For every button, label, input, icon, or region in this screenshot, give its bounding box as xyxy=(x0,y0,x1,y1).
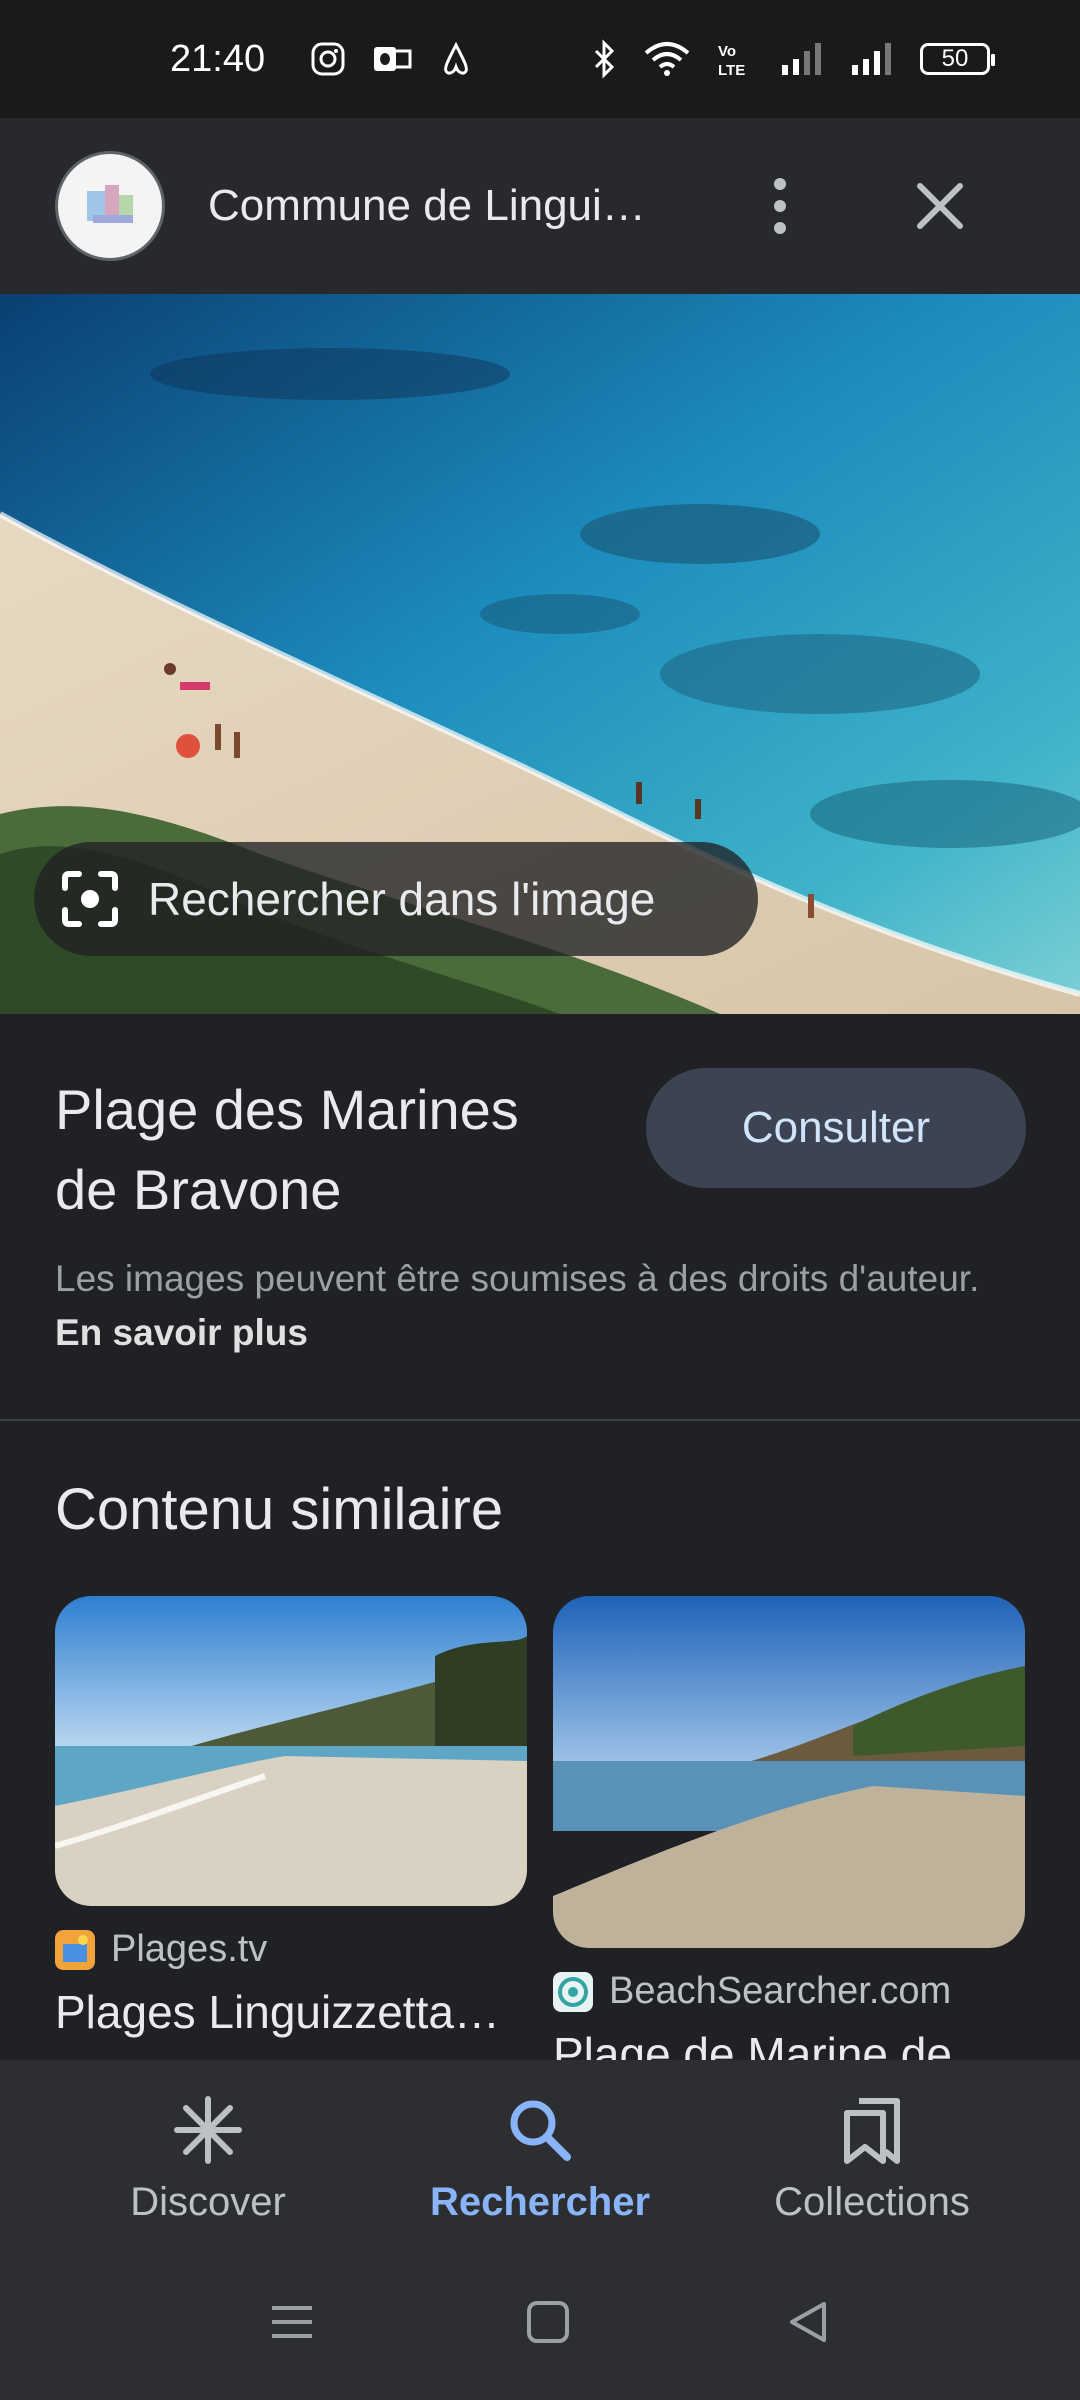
copyright-text: Les images peuvent être soumises à des d… xyxy=(55,1258,980,1299)
result-title-line2: de Bravone xyxy=(55,1158,342,1221)
close-icon[interactable] xyxy=(905,171,975,241)
consult-button[interactable]: Consulter xyxy=(646,1068,1026,1188)
nav-collections-label: Collections xyxy=(774,2180,970,2224)
result-title: Plage des Marines de Bravone xyxy=(55,1070,615,1230)
status-bar: 21:40 Vo LTE 50 xyxy=(0,0,1080,118)
status-left-icons xyxy=(310,41,474,77)
result-info: Plage des Marines de Bravone Consulter L… xyxy=(0,1014,1080,1420)
nav-collections[interactable]: Collections xyxy=(712,2090,1032,2225)
similar-thumbnail[interactable] xyxy=(553,1596,1025,1948)
site-logo-icon[interactable] xyxy=(55,151,165,261)
outlook-icon xyxy=(374,47,412,71)
learn-more-link[interactable]: En savoir plus xyxy=(55,1312,308,1353)
page-title: Commune de Lingui… xyxy=(208,181,646,230)
similar-card[interactable]: BeachSearcher.com Plage de Marine de… xyxy=(553,1596,1025,2081)
nav-discover-label: Discover xyxy=(130,2180,286,2224)
battery-icon: 50 xyxy=(920,43,995,75)
status-time: 21:40 xyxy=(170,37,266,80)
search-in-image-label: Rechercher dans l'image xyxy=(148,873,656,925)
result-image[interactable]: Rechercher dans l'image xyxy=(0,294,1080,1014)
bluetooth-icon xyxy=(594,39,615,79)
home-icon[interactable] xyxy=(526,2300,570,2344)
signal-icon xyxy=(782,43,821,75)
result-title-line1: Plage des Marines xyxy=(55,1078,519,1141)
system-navigation xyxy=(0,2280,1080,2370)
similar-source-name: BeachSearcher.com xyxy=(609,1970,952,2012)
copyright-notice: Les images peuvent être soumises à des d… xyxy=(55,1252,1015,1360)
asterisk-icon xyxy=(168,2090,248,2170)
nav-search[interactable]: Rechercher xyxy=(380,2090,700,2225)
top-bar: Commune de Lingui… xyxy=(0,118,1080,294)
menu-icon[interactable] xyxy=(270,2300,314,2344)
similar-thumbnail[interactable] xyxy=(55,1596,527,1906)
nav-discover[interactable]: Discover xyxy=(48,2090,368,2225)
bookmarks-icon xyxy=(832,2090,912,2170)
beachsearcher-icon xyxy=(553,1971,593,2012)
more-vert-icon[interactable] xyxy=(760,166,800,246)
similar-source-name: Plages.tv xyxy=(111,1928,268,1970)
plages-tv-icon xyxy=(55,1929,95,1970)
lens-icon xyxy=(60,869,120,929)
similar-heading: Contenu similaire xyxy=(55,1477,504,1542)
similar-source: BeachSearcher.com xyxy=(553,1970,1025,2013)
similar-card[interactable]: Plages.tv Plages Linguizzetta… xyxy=(55,1596,527,2039)
airbnb-icon xyxy=(444,41,468,75)
similar-source: Plages.tv xyxy=(55,1928,527,1971)
battery-level: 50 xyxy=(941,45,969,72)
similar-title[interactable]: Plages Linguizzetta… xyxy=(55,1985,527,2039)
instagram-icon xyxy=(311,42,345,76)
signal-icon-2 xyxy=(852,43,891,75)
search-icon xyxy=(500,2090,580,2170)
nav-search-label: Rechercher xyxy=(429,2180,651,2224)
volte-icon: Vo LTE xyxy=(718,43,745,79)
search-in-image-button[interactable]: Rechercher dans l'image xyxy=(34,842,758,956)
status-right-icons: Vo LTE 50 xyxy=(592,39,995,79)
divider xyxy=(0,1419,1080,1421)
svg-text:Vo: Vo xyxy=(718,43,736,60)
wifi-icon xyxy=(644,42,690,76)
back-icon[interactable] xyxy=(786,2300,830,2344)
svg-text:LTE: LTE xyxy=(718,62,745,79)
